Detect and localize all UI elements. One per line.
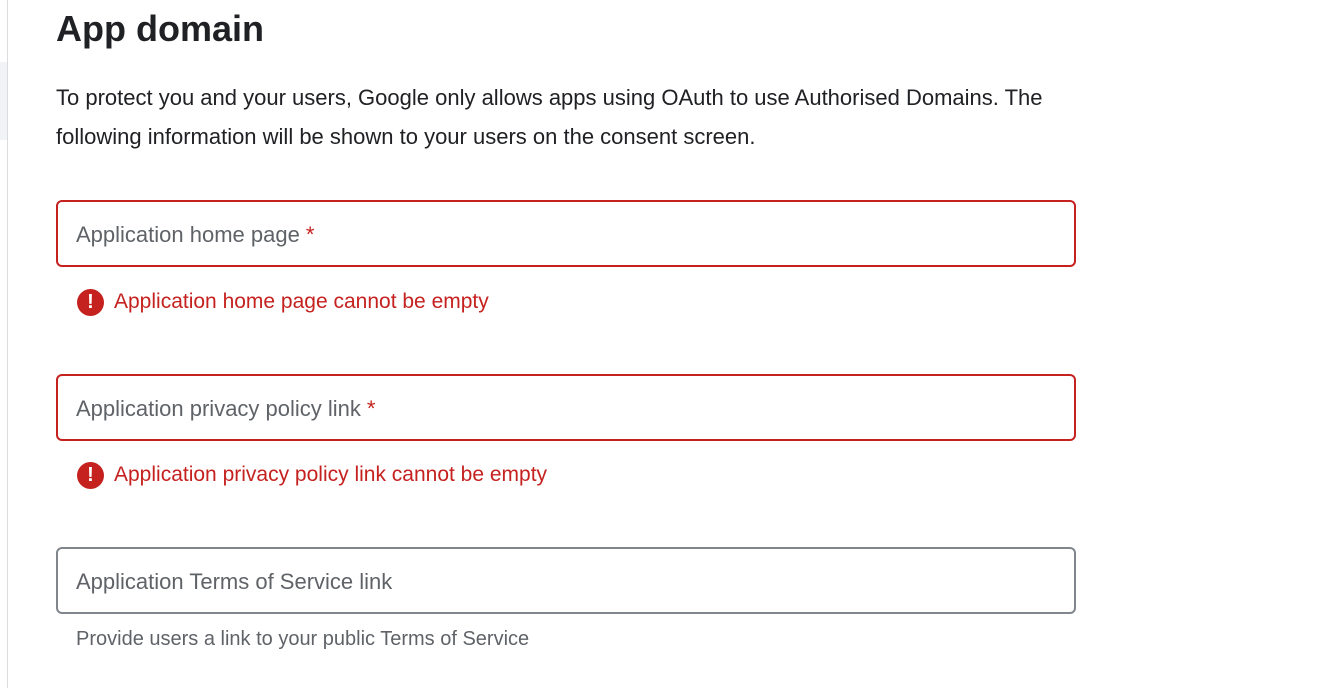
home-page-field[interactable]: Application home page * — [56, 200, 1076, 267]
home-page-input[interactable] — [58, 202, 1074, 265]
terms-of-service-hint: Provide users a link to your public Term… — [76, 628, 530, 650]
error-exclamation-icon: ! — [77, 461, 104, 489]
home-page-error-text: Application home page cannot be empty — [114, 290, 489, 313]
home-page-error: ! Application home page cannot be empty — [77, 287, 489, 317]
terms-of-service-field[interactable]: Application Terms of Service link — [56, 547, 1076, 614]
section-title: App domain — [56, 8, 264, 49]
privacy-policy-input[interactable] — [58, 376, 1074, 439]
error-exclamation-icon: ! — [77, 288, 104, 316]
left-nav-active-highlight — [0, 62, 7, 140]
section-description: To protect you and your users, Google on… — [56, 85, 1043, 149]
privacy-policy-field[interactable]: Application privacy policy link * — [56, 374, 1076, 441]
privacy-policy-error-text: Application privacy policy link cannot b… — [114, 463, 548, 486]
left-nav-rail — [0, 0, 8, 688]
terms-of-service-input[interactable] — [58, 549, 1074, 612]
privacy-policy-error: ! Application privacy policy link cannot… — [77, 460, 547, 490]
